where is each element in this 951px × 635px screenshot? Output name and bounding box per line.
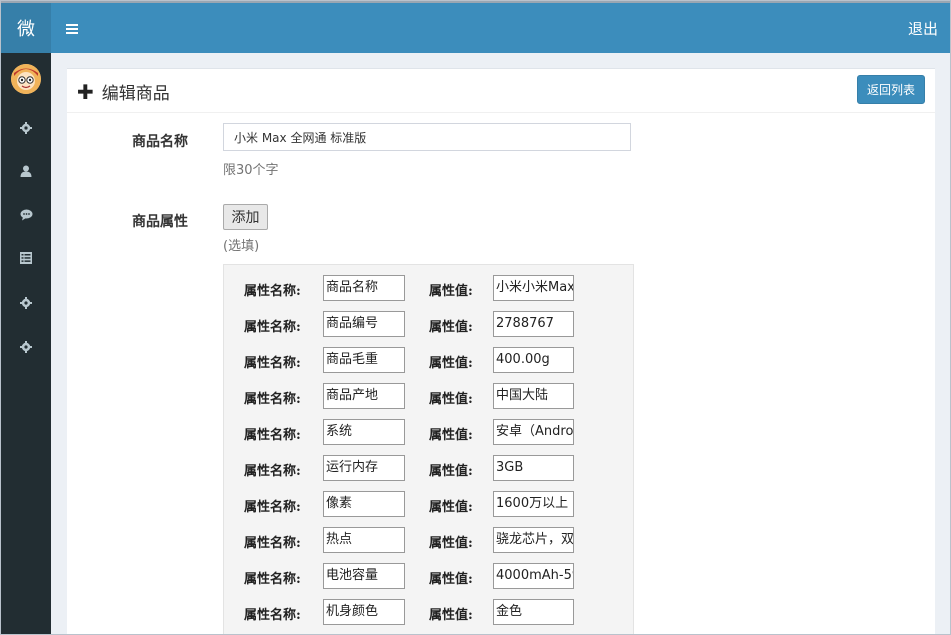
product-name-label: 商品名称 (132, 134, 188, 150)
attribute-name-label: 属性名称: (244, 464, 301, 479)
attribute-name-label: 属性名称: (244, 356, 301, 371)
gear-icon[interactable] (16, 293, 36, 313)
attribute-name-label: 属性名称: (244, 392, 301, 407)
attribute-row: 属性名称: 商品编号 属性值: 2788767 (224, 311, 633, 339)
product-attributes-label: 商品属性 (132, 214, 188, 230)
attribute-value-input[interactable]: 中国大陆 (493, 383, 574, 409)
attribute-value-input[interactable]: 金色 (493, 599, 574, 625)
attribute-name-input[interactable]: 商品产地 (323, 383, 405, 409)
attribute-row: 属性名称: 系统 属性值: 安卓（Andro (224, 419, 633, 447)
attribute-value-label: 属性值: (429, 464, 473, 479)
attribute-value-label: 属性值: (429, 320, 473, 335)
attribute-value-label: 属性值: (429, 572, 473, 587)
edit-product-panel: ✚ 编辑商品 返回列表 商品名称 小米 Max 全网通 标准版 限30个字 商品… (67, 68, 935, 634)
back-to-list-button[interactable]: 返回列表 (857, 75, 925, 104)
attribute-name-input[interactable]: 机身颜色 (323, 599, 405, 625)
attribute-value-label: 属性值: (429, 356, 473, 371)
attribute-name-input[interactable]: 商品编号 (323, 311, 405, 337)
attribute-row: 属性名称: 像素 属性值: 1600万以上 (224, 491, 633, 519)
attribute-value-input[interactable]: 2788767 (493, 311, 574, 337)
attribute-value-label: 属性值: (429, 608, 473, 623)
attribute-name-label: 属性名称: (244, 284, 301, 299)
list-icon[interactable] (16, 248, 36, 268)
attribute-value-input[interactable]: 4000mAh-59 (493, 563, 574, 589)
app-logo[interactable]: 微 (1, 3, 51, 53)
hamburger-menu-icon[interactable] (59, 17, 85, 41)
attribute-name-input[interactable]: 运行内存 (323, 455, 405, 481)
attribute-name-label: 属性名称: (244, 428, 301, 443)
add-attribute-button[interactable]: 添加 (223, 204, 268, 230)
attribute-name-label: 属性名称: (244, 320, 301, 335)
chat-bubble-icon[interactable] (16, 205, 36, 225)
attribute-value-input[interactable]: 小米小米Max (493, 275, 574, 301)
product-name-input[interactable]: 小米 Max 全网通 标准版 (223, 123, 631, 151)
attribute-name-label: 属性名称: (244, 608, 301, 623)
attribute-name-input[interactable]: 像素 (323, 491, 405, 517)
user-icon[interactable] (16, 161, 36, 181)
attribute-value-label: 属性值: (429, 392, 473, 407)
attribute-row: 属性名称: 商品产地 属性值: 中国大陆 (224, 383, 633, 411)
attribute-value-label: 属性值: (429, 536, 473, 551)
attribute-value-input[interactable]: 3GB (493, 455, 574, 481)
attribute-name-label: 属性名称: (244, 572, 301, 587)
attribute-name-label: 属性名称: (244, 500, 301, 515)
panel-header: ✚ 编辑商品 返回列表 (67, 69, 935, 113)
attribute-value-label: 属性值: (429, 428, 473, 443)
attribute-value-input[interactable]: 400.00g (493, 347, 574, 373)
page-title-text: 编辑商品 (101, 84, 170, 104)
gear-icon[interactable] (16, 118, 36, 138)
attribute-name-input[interactable]: 电池容量 (323, 563, 405, 589)
sidebar (1, 53, 51, 634)
attribute-value-input[interactable]: 骁龙芯片，双 (493, 527, 574, 553)
attribute-value-label: 属性值: (429, 500, 473, 515)
attribute-row: 属性名称: 商品名称 属性值: 小米小米Max (224, 275, 633, 303)
gear-icon[interactable] (16, 337, 36, 357)
plus-icon: ✚ (77, 79, 94, 104)
attribute-name-input[interactable]: 热点 (323, 527, 405, 553)
page-title: ✚ 编辑商品 (77, 79, 170, 105)
app-window: 微 退出 ✚ 编辑商品 返回列表 商品名称 小米 Max 全网通 标准版 限30… (0, 0, 951, 635)
attribute-value-label: 属性值: (429, 284, 473, 299)
attributes-list: 属性名称: 商品名称 属性值: 小米小米Max 属性名称: 商品编号 属性值: 2788767… (223, 264, 634, 634)
top-navbar: 微 退出 (1, 1, 950, 53)
attribute-name-input[interactable]: 系统 (323, 419, 405, 445)
attribute-name-input[interactable]: 商品毛重 (323, 347, 405, 373)
attribute-value-input[interactable]: 安卓（Andro (493, 419, 574, 445)
attribute-name-label: 属性名称: (244, 536, 301, 551)
attribute-row: 属性名称: 商品毛重 属性值: 400.00g (224, 347, 633, 375)
product-name-help: 限30个字 (223, 163, 279, 178)
logout-link[interactable]: 退出 (908, 18, 938, 39)
attribute-row: 属性名称: 电池容量 属性值: 4000mAh-59 (224, 563, 633, 591)
attribute-row: 属性名称: 热点 属性值: 骁龙芯片，双 (224, 527, 633, 555)
attribute-row: 属性名称: 机身颜色 属性值: 金色 (224, 599, 633, 627)
attribute-row: 属性名称: 运行内存 属性值: 3GB (224, 455, 633, 483)
avatar[interactable] (11, 64, 41, 94)
attribute-value-input[interactable]: 1600万以上 (493, 491, 574, 517)
attribute-name-input[interactable]: 商品名称 (323, 275, 405, 301)
attributes-help: (选填) (223, 239, 260, 254)
